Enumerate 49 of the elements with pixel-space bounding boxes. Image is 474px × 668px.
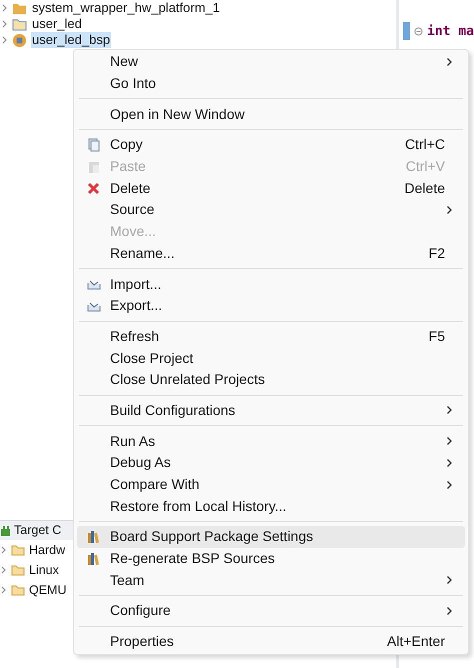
document-icon <box>88 138 100 152</box>
menu-item[interactable]: Refresh F5 <box>77 326 465 348</box>
menu-item[interactable]: Source <box>77 199 465 221</box>
menu-item[interactable]: Run As <box>77 430 465 452</box>
menu-item[interactable]: Close Unrelated Projects <box>77 368 465 391</box>
menu-item[interactable]: Compare With <box>77 474 465 496</box>
close-icon <box>87 182 100 195</box>
tray-icon <box>86 278 100 290</box>
tray-icon <box>86 300 100 312</box>
tree-item[interactable]: Linux <box>29 560 59 580</box>
chevron-icon <box>1 566 7 574</box>
menu-item[interactable]: Team <box>77 569 465 592</box>
menu-item[interactable]: Re-generate BSP Sources <box>77 548 465 570</box>
menu-item[interactable]: Debug As <box>77 452 465 474</box>
tree-item[interactable]: user_led <box>31 16 83 32</box>
menu-item[interactable]: New <box>77 51 465 73</box>
tree-item[interactable]: user_led_bsp <box>31 32 112 48</box>
tree-item[interactable]: system_wrapper_hw_platform_1 <box>31 0 221 16</box>
chevron-icon <box>1 546 7 554</box>
code-line: int ma <box>427 23 474 41</box>
menu-item[interactable]: Copy Ctrl+C <box>77 134 465 156</box>
folder-icon <box>12 18 27 30</box>
tree-item[interactable]: Hardw <box>29 540 66 560</box>
panel-title[interactable]: Target C <box>14 521 62 540</box>
collapse-icon <box>414 27 424 36</box>
tree-item[interactable]: QEMU <box>29 580 66 600</box>
marker-bar <box>403 22 410 40</box>
menu-item[interactable]: Open in New Window <box>77 103 465 126</box>
books-icon <box>87 552 100 566</box>
menu-item[interactable]: Rename... F2 <box>77 242 465 264</box>
menu-item[interactable]: Delete Delete <box>77 177 465 200</box>
menu-item[interactable]: Properties Alt+Enter <box>77 630 465 652</box>
menu-item[interactable]: Import... <box>77 273 465 295</box>
menu-item[interactable]: Configure <box>77 600 465 622</box>
clipboard-icon <box>88 160 100 174</box>
package-icon <box>12 32 27 48</box>
plug-icon <box>0 524 11 536</box>
menu-item[interactable]: Build Configurations <box>77 400 465 422</box>
folder-icon <box>11 544 25 556</box>
menu-item[interactable]: Close Project <box>77 347 465 369</box>
books-icon <box>87 530 100 544</box>
menu-item[interactable]: Export... <box>77 294 465 317</box>
folder-icon <box>11 564 25 576</box>
menu-item[interactable]: Board Support Package Settings <box>77 526 465 548</box>
menu-item[interactable]: Go Into <box>77 72 465 94</box>
menu-item[interactable]: Restore from Local History... <box>77 495 465 518</box>
folder-icon <box>11 584 25 596</box>
chevron-icon <box>1 586 7 594</box>
folder-icon <box>12 2 27 14</box>
